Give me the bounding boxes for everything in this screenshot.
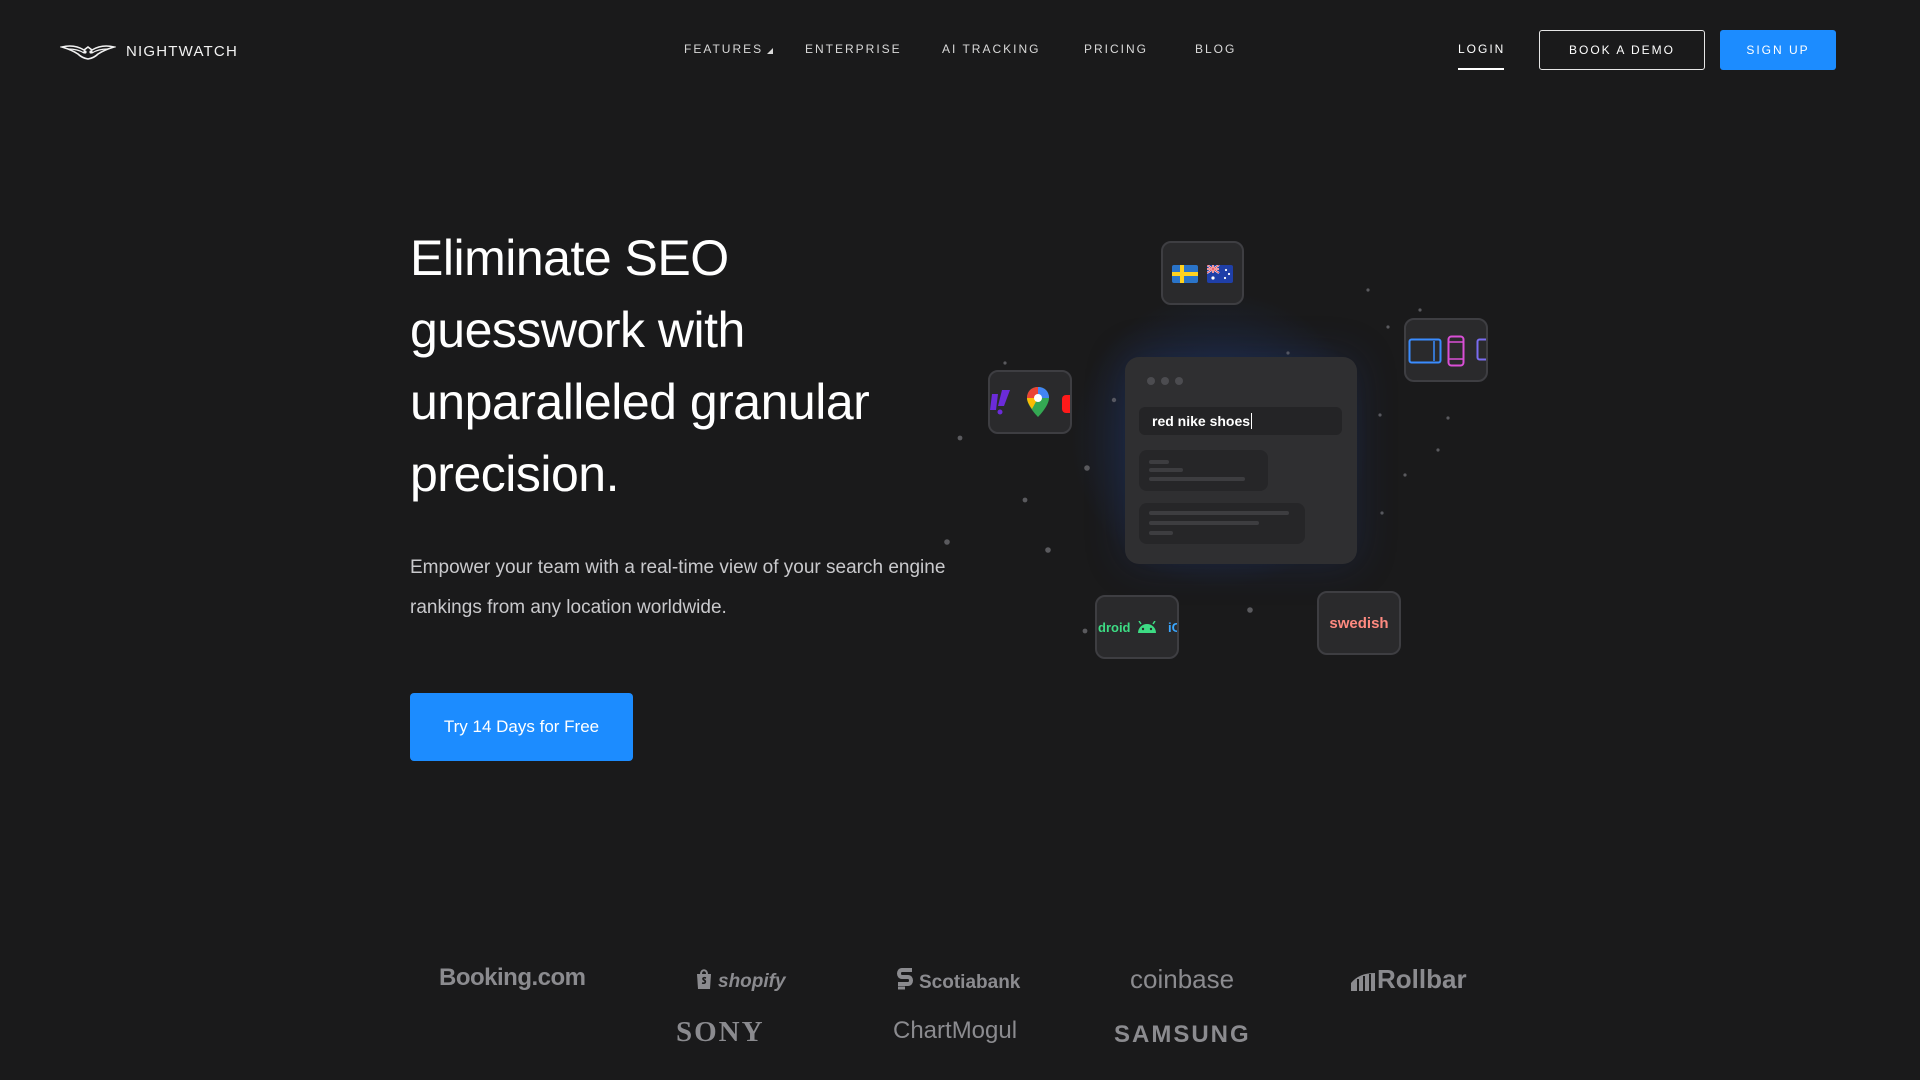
hero-subtitle: Empower your team with a real-time view … (410, 557, 946, 618)
rollbar-bars-icon (1351, 973, 1375, 991)
login-underline (1458, 68, 1504, 70)
nav-blog[interactable]: BLOG (1195, 42, 1236, 56)
phone-icon (1447, 335, 1465, 367)
platform-chip: droid iC (1095, 595, 1179, 659)
nav-features-label: FEATURES (684, 42, 764, 56)
brand-logo-link[interactable]: NIGHTWATCH (60, 38, 238, 64)
nav-enterprise[interactable]: ENTERPRISE (805, 42, 902, 56)
search-result-placeholder (1139, 503, 1305, 544)
result-line (1149, 460, 1169, 464)
brand-name: NIGHTWATCH (126, 42, 238, 60)
yahoo-icon (990, 390, 1010, 415)
location-chip (1161, 241, 1244, 305)
book-demo-button[interactable]: BOOK A DEMO (1539, 30, 1705, 70)
window-dot (1175, 377, 1183, 385)
logo-shopify-text: shopify (718, 971, 786, 992)
ios-label: iC (1168, 620, 1177, 635)
logo-rollbar-text: Rollbar (1377, 964, 1467, 994)
youtube-icon (1062, 395, 1070, 413)
hero-illustration: red nike shoes droid i swedish (940, 220, 1540, 680)
free-trial-button[interactable]: Try 14 Days for Free (410, 693, 633, 761)
tablet-icon (1408, 338, 1442, 364)
device-chip (1404, 318, 1488, 382)
window-dot (1147, 377, 1155, 385)
search-engine-chip (988, 370, 1072, 434)
search-result-placeholder (1139, 450, 1268, 491)
desktop-icon (1476, 338, 1486, 361)
nav-pricing[interactable]: PRICING (1084, 42, 1148, 56)
search-preview-card: red nike shoes (1125, 357, 1357, 564)
dropdown-caret-icon (767, 48, 774, 54)
result-line (1149, 531, 1173, 535)
logo-samsung: SAMSUNG (1114, 1021, 1251, 1048)
australia-flag-icon (1207, 265, 1233, 283)
logo-coinbase: coinbase (1130, 964, 1235, 994)
result-line (1149, 477, 1245, 481)
result-line (1149, 511, 1289, 515)
text-cursor (1251, 413, 1253, 429)
nav-ai-tracking[interactable]: AI TRACKING (942, 42, 1040, 56)
android-label-text: droid (1098, 620, 1131, 635)
logo-chartmogul: ChartMogul (893, 1017, 1018, 1044)
search-query-text: red nike shoes (1152, 413, 1251, 429)
top-navigation: NIGHTWATCH FEATURES ENTERPRISE AI TRACKI… (0, 0, 1920, 100)
logo-rollbar: Rollbar (1349, 964, 1467, 995)
google-maps-icon (1027, 387, 1049, 417)
sign-up-button[interactable]: SIGN UP (1720, 30, 1836, 70)
search-query-field: red nike shoes (1139, 407, 1342, 435)
logo-scotiabank-text: Scotiabank (919, 972, 1021, 993)
winged-owl-icon (60, 45, 116, 60)
language-chip: swedish (1317, 591, 1401, 655)
result-line (1149, 521, 1259, 525)
android-label: droid (1098, 620, 1157, 635)
logo-scotiabank: Scotiabank (895, 967, 1020, 994)
result-line (1149, 468, 1183, 472)
nav-features[interactable]: FEATURES (684, 42, 774, 56)
window-dots (1147, 377, 1183, 385)
shopify-bag-icon (697, 969, 711, 989)
logo-shopify: shopify (694, 968, 786, 993)
language-label: swedish (1329, 614, 1389, 632)
logo-sony: SONY (676, 1016, 765, 1048)
sweden-flag-icon (1172, 265, 1198, 283)
login-link[interactable]: LOGIN (1458, 42, 1505, 56)
android-icon (1138, 620, 1157, 633)
scotiabank-s-icon (897, 968, 913, 990)
hero-title: Eliminate SEO guesswork with unparallele… (410, 230, 870, 502)
logo-booking: Booking.com (439, 964, 586, 991)
window-dot (1161, 377, 1169, 385)
